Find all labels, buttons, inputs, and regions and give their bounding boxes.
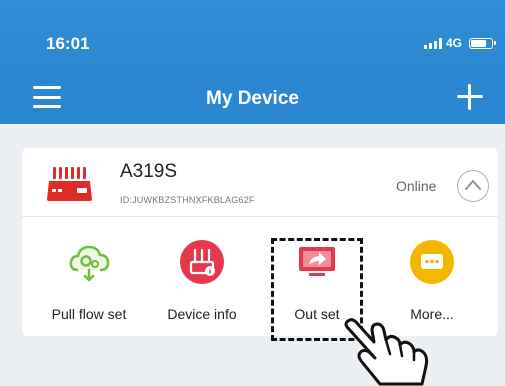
- action-label: Device info: [167, 306, 237, 322]
- device-card-header[interactable]: A319S ID:JUWKBZSTHNXFKBLAG62F Online: [22, 148, 498, 217]
- device-info-button[interactable]: Device info: [147, 217, 257, 336]
- plus-icon[interactable]: [457, 84, 483, 110]
- status-bar: 16:01 4G: [0, 0, 505, 74]
- action-label: Pull flow set: [51, 306, 127, 322]
- router-icon: [47, 167, 92, 201]
- device-name: A319S: [120, 161, 178, 182]
- device-status: Online: [396, 178, 437, 194]
- signal-icon: [424, 37, 442, 49]
- device-card: A319S ID:JUWKBZSTHNXFKBLAG62F Online Pul…: [22, 148, 498, 336]
- pull-flow-set-button[interactable]: Pull flow set: [34, 217, 144, 336]
- network-type: 4G: [446, 36, 463, 50]
- cloud-settings-icon: [69, 245, 110, 282]
- chevron-up-icon: [465, 180, 481, 190]
- page-title: My Device: [206, 88, 299, 109]
- nav-bar: My Device: [0, 74, 505, 124]
- more-dots-icon: [410, 240, 454, 284]
- status-network: 4G: [424, 36, 497, 50]
- collapse-button[interactable]: [457, 170, 489, 202]
- pointing-hand-icon: [344, 318, 429, 386]
- status-time: 16:01: [46, 34, 90, 53]
- device-id: ID:JUWKBZSTHNXFKBLAG62F: [120, 195, 255, 205]
- battery-icon: [469, 37, 497, 49]
- router-info-icon: [180, 240, 224, 284]
